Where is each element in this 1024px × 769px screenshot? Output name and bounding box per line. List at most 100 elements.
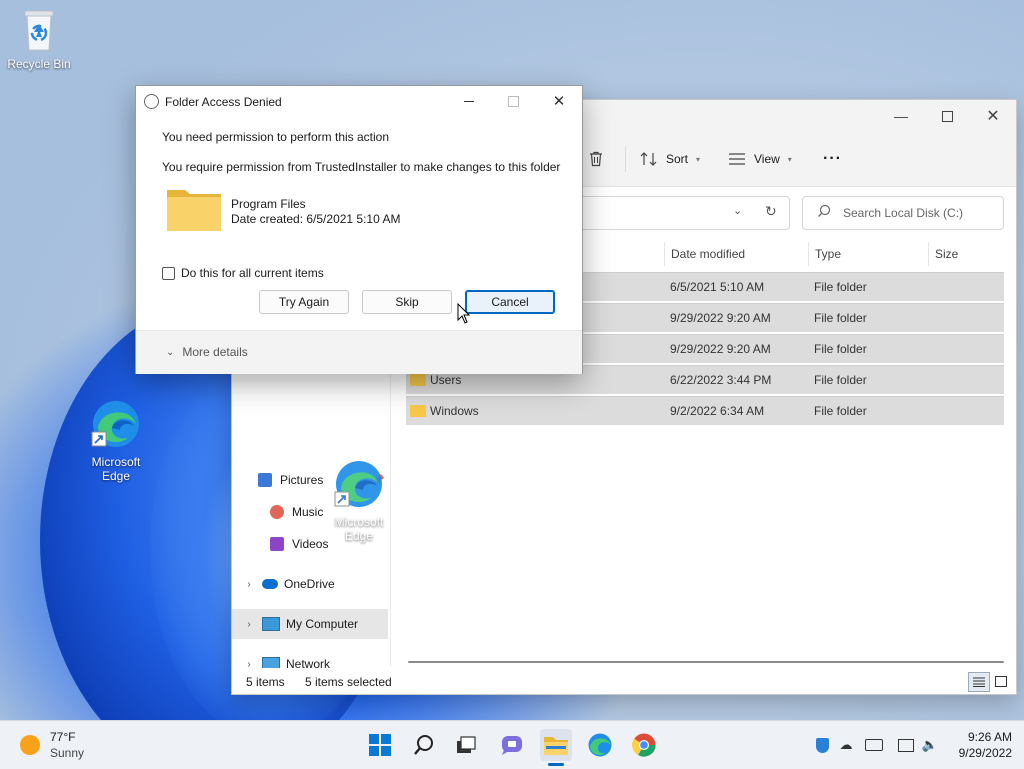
weather-widget[interactable]: 77°F Sunny bbox=[20, 729, 84, 761]
more-icon: ··· bbox=[823, 150, 842, 167]
row-date: 6/5/2021 5:10 AM bbox=[670, 280, 765, 294]
nav-item-my-computer[interactable]: › My Computer bbox=[232, 609, 388, 639]
close-icon: ✕ bbox=[986, 108, 1000, 125]
clock[interactable]: 9:26 AM 9/29/2022 bbox=[946, 729, 1012, 761]
nav-label-music: Music bbox=[292, 505, 324, 519]
checkbox-box[interactable] bbox=[162, 266, 175, 280]
recycle-bin-icon bbox=[1, 8, 77, 55]
chevron-right-icon: › bbox=[247, 618, 251, 630]
keyboard-tray-icon[interactable] bbox=[864, 735, 884, 755]
chrome-taskbar-button[interactable] bbox=[628, 729, 660, 761]
chat-button[interactable] bbox=[496, 729, 528, 761]
recycle-bin-label: Recycle Bin bbox=[7, 57, 71, 71]
nav-item-onedrive[interactable]: › OneDrive bbox=[232, 569, 388, 599]
dialog-heading: You need permission to perform this acti… bbox=[162, 130, 390, 144]
view-button[interactable]: View ▾ bbox=[728, 146, 792, 172]
dialog-item-date: Date created: 6/5/2021 5:10 AM bbox=[231, 212, 401, 226]
status-item-count: 5 items bbox=[246, 675, 285, 689]
address-bar[interactable]: ⌄ ↻ bbox=[572, 196, 790, 230]
column-header-size[interactable]: Size bbox=[928, 242, 1005, 266]
details-view-icon bbox=[973, 677, 985, 687]
close-button[interactable]: ✕ bbox=[970, 100, 1016, 132]
close-icon: ✕ bbox=[552, 93, 566, 110]
sun-icon bbox=[20, 735, 40, 755]
skip-label: Skip bbox=[395, 295, 419, 309]
dialog-close-button[interactable]: ✕ bbox=[542, 90, 576, 112]
row-date: 9/2/2022 6:34 AM bbox=[670, 404, 765, 418]
more-options-button[interactable]: ··· bbox=[823, 146, 842, 172]
edge-icon bbox=[588, 733, 612, 757]
file-row[interactable]: Windows 9/2/2022 6:34 AM File folder bbox=[406, 396, 1004, 425]
delete-button[interactable] bbox=[587, 146, 605, 172]
recycle-bin-shortcut[interactable]: Recycle Bin bbox=[1, 8, 77, 71]
details-view-button[interactable] bbox=[968, 672, 990, 692]
folder-icon bbox=[544, 737, 568, 755]
music-icon bbox=[270, 505, 284, 519]
sort-button[interactable]: Sort ▾ bbox=[640, 146, 700, 172]
skip-button[interactable]: Skip bbox=[362, 290, 452, 314]
clock-time: 9:26 AM bbox=[967, 730, 1012, 744]
dialog-minimize-button[interactable] bbox=[452, 90, 486, 112]
task-view-button[interactable] bbox=[450, 729, 482, 761]
dialog-item-name: Program Files bbox=[231, 197, 306, 211]
mouse-cursor-icon bbox=[457, 303, 471, 324]
weather-temperature: 77°F bbox=[50, 730, 76, 744]
chevron-down-icon: ▾ bbox=[696, 154, 701, 164]
apply-all-checkbox[interactable]: Do this for all current items bbox=[162, 266, 324, 280]
active-app-indicator bbox=[548, 763, 564, 766]
file-explorer-taskbar-button[interactable] bbox=[540, 729, 572, 766]
horizontal-scrollbar[interactable] bbox=[408, 661, 1004, 663]
onedrive-tray-icon[interactable]: ☁ bbox=[836, 735, 856, 755]
address-chevron-icon: ⌄ bbox=[733, 205, 743, 217]
try-again-button[interactable]: Try Again bbox=[259, 290, 349, 314]
chevron-down-icon: ▾ bbox=[787, 154, 792, 164]
search-box[interactable]: Search Local Disk (C:) bbox=[802, 196, 1004, 230]
tiles-view-button[interactable] bbox=[992, 672, 1010, 690]
cancel-button[interactable]: Cancel bbox=[465, 290, 555, 314]
security-tray-icon[interactable] bbox=[812, 735, 832, 755]
row-date: 9/29/2022 9:20 AM bbox=[670, 342, 771, 356]
trash-icon bbox=[590, 151, 602, 167]
volume-tray-icon[interactable]: 🔈 bbox=[920, 735, 940, 755]
row-date: 6/22/2022 3:44 PM bbox=[670, 373, 772, 387]
edge-label-line2: Edge bbox=[101, 469, 131, 483]
start-button[interactable] bbox=[364, 729, 396, 761]
search-icon bbox=[817, 204, 831, 221]
nav-label-pictures: Pictures bbox=[280, 473, 324, 487]
minimize-button[interactable]: — bbox=[878, 100, 924, 132]
column-header-date[interactable]: Date modified bbox=[664, 242, 807, 266]
computer-icon bbox=[262, 617, 280, 631]
more-details-label: More details bbox=[182, 345, 248, 359]
network-tray-icon[interactable] bbox=[896, 735, 916, 755]
nav-label-onedrive: OneDrive bbox=[284, 577, 335, 591]
more-details-toggle[interactable]: ⌄ More details bbox=[166, 345, 248, 359]
edge-shortcut[interactable]: Microsoft Edge bbox=[78, 398, 154, 483]
search-placeholder: Search Local Disk (C:) bbox=[843, 206, 964, 220]
chat-icon bbox=[502, 736, 522, 755]
refresh-icon: ↻ bbox=[765, 203, 777, 219]
maximize-icon bbox=[507, 95, 519, 107]
edge-taskbar-button[interactable] bbox=[584, 729, 616, 761]
column-header-type[interactable]: Type bbox=[808, 242, 927, 266]
search-button[interactable] bbox=[408, 729, 440, 761]
edge-label-line1: Microsoft bbox=[91, 455, 141, 469]
videos-icon bbox=[270, 537, 284, 551]
dialog-titlebar: Folder Access Denied ✕ bbox=[136, 86, 582, 116]
dragged-edge-shortcut[interactable]: Microsoft Edge bbox=[321, 458, 397, 543]
row-type: File folder bbox=[814, 404, 867, 418]
try-again-label: Try Again bbox=[278, 295, 330, 309]
weather-description: Sunny bbox=[50, 746, 85, 760]
nav-label-my-computer: My Computer bbox=[286, 617, 359, 631]
chrome-icon bbox=[632, 733, 656, 757]
view-label: View bbox=[754, 152, 780, 166]
dialog-title: Folder Access Denied bbox=[165, 95, 282, 109]
maximize-button[interactable] bbox=[924, 100, 970, 132]
dialog-footer: ⌄ More details bbox=[136, 330, 582, 374]
shield-icon bbox=[815, 737, 829, 753]
monitor-icon bbox=[898, 738, 914, 752]
cancel-label: Cancel bbox=[491, 295, 529, 309]
row-name: Users bbox=[430, 373, 462, 387]
tiles-view-icon bbox=[995, 675, 1007, 687]
column-label-type: Type bbox=[815, 247, 842, 261]
column-label-size: Size bbox=[935, 247, 959, 261]
